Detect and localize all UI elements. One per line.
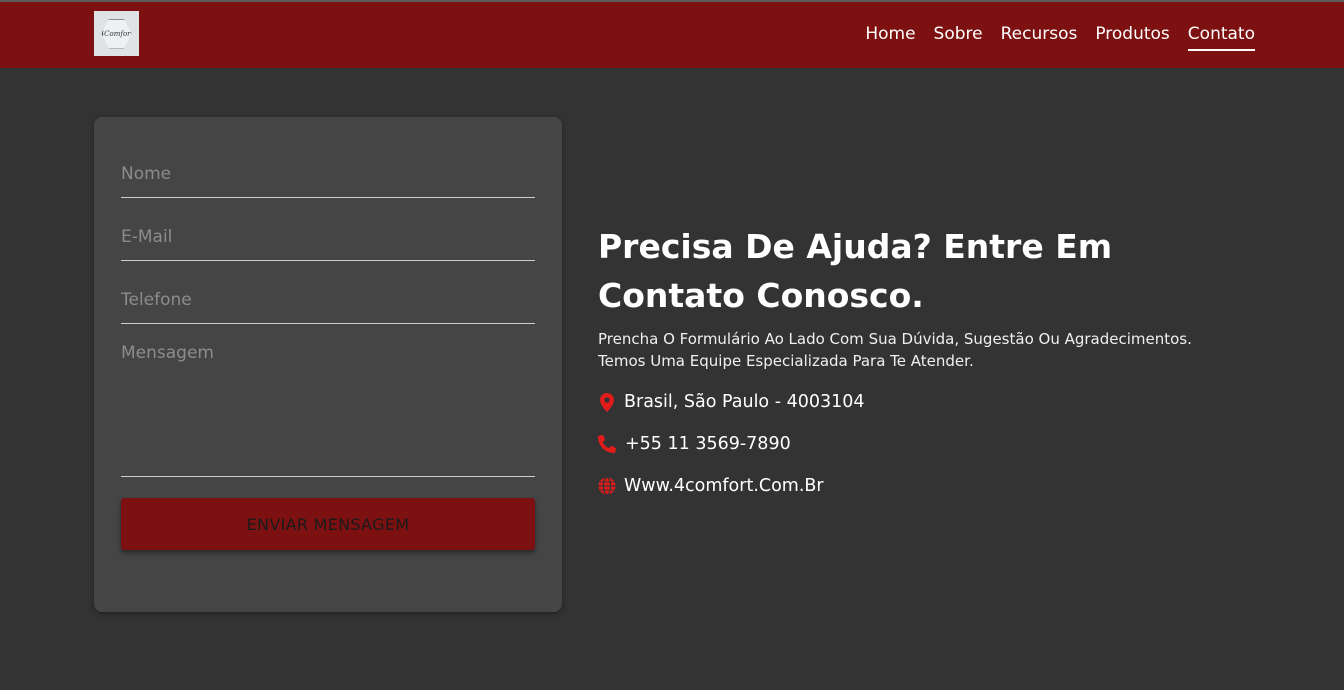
nav-produtos[interactable]: Produtos <box>1095 23 1169 51</box>
description-line-1: Prencha O Formulário Ao Lado Com Sua Dúv… <box>598 330 1192 348</box>
phone-text: +55 11 3569-7890 <box>625 434 791 454</box>
nome-field-wrapper <box>121 164 535 198</box>
telefone-field-wrapper <box>121 290 535 324</box>
phone-icon <box>598 434 616 454</box>
nome-input[interactable] <box>121 164 535 184</box>
globe-icon <box>598 476 616 496</box>
headline-line-2: Contato Conosco. <box>598 276 924 315</box>
website-row: Www.4comfort.Com.Br <box>598 474 1238 498</box>
map-marker-icon <box>598 392 616 412</box>
send-message-button[interactable]: ENVIAR MENSAGEM <box>121 498 535 550</box>
contact-form-card: ENVIAR MENSAGEM <box>94 117 562 612</box>
navbar: 4Comfort Home Sobre Recursos Produtos Co… <box>0 2 1344 68</box>
address-text: Brasil, São Paulo - 4003104 <box>624 392 865 412</box>
telefone-input[interactable] <box>121 290 535 310</box>
nav-links: Home Sobre Recursos Produtos Contato <box>847 23 1255 51</box>
logo-mark: 4Comfort <box>99 18 134 49</box>
logo[interactable]: 4Comfort <box>94 11 139 56</box>
website-link[interactable]: Www.4comfort.Com.Br <box>624 476 824 496</box>
description-line-2: Temos Uma Equipe Especializada Para Te A… <box>598 352 974 370</box>
headline-line-1: Precisa De Ajuda? Entre Em <box>598 227 1113 266</box>
address-row: Brasil, São Paulo - 4003104 <box>598 390 1238 414</box>
nav-sobre[interactable]: Sobre <box>934 23 983 51</box>
nav-recursos[interactable]: Recursos <box>1001 23 1078 51</box>
email-field-wrapper <box>121 227 535 261</box>
contact-info: Precisa De Ajuda? Entre Em Contato Conos… <box>598 222 1238 498</box>
nav-contato[interactable]: Contato <box>1187 23 1255 51</box>
nav-home[interactable]: Home <box>865 23 915 51</box>
page-title: Precisa De Ajuda? Entre Em Contato Conos… <box>598 222 1238 320</box>
logo-text: 4Comfort <box>99 29 134 38</box>
mensagem-field-wrapper <box>121 343 535 477</box>
email-input[interactable] <box>121 227 535 247</box>
phone-row: +55 11 3569-7890 <box>598 432 1238 456</box>
description: Prencha O Formulário Ao Lado Com Sua Dúv… <box>598 328 1238 372</box>
mensagem-textarea[interactable] <box>121 343 535 471</box>
